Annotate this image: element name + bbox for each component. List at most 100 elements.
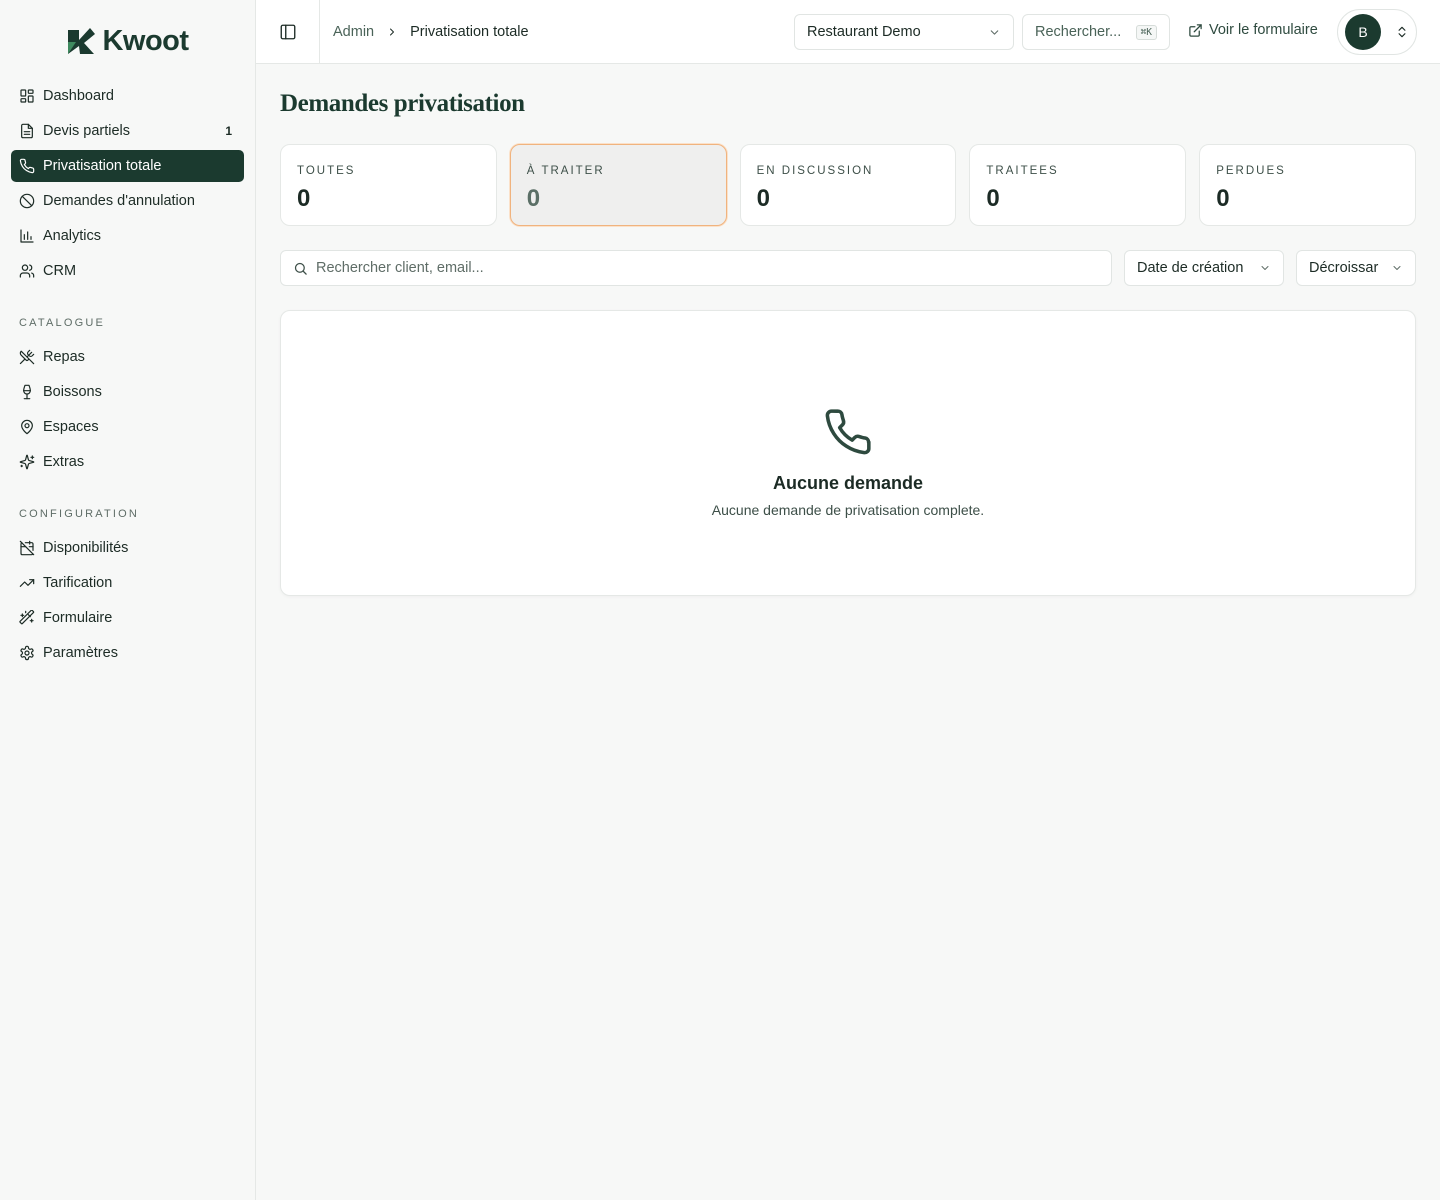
stat-card-a-traiter[interactable]: À TRAITER 0: [509, 144, 727, 226]
client-search-field[interactable]: [280, 250, 1112, 286]
sidebar-item-tarification[interactable]: Tarification: [11, 567, 244, 599]
phone-icon: [19, 158, 35, 174]
global-search-button[interactable]: Rechercher... ⌘K: [1022, 14, 1170, 50]
sidebar-item-label: Extras: [43, 454, 85, 470]
user-menu-button[interactable]: B: [1337, 9, 1417, 55]
sidebar-item-dashboard[interactable]: Dashboard: [11, 80, 244, 112]
dashboard-icon: [20, 89, 34, 103]
sidebar-item-analytics[interactable]: Analytics: [11, 220, 244, 252]
sidebar-item-extras[interactable]: Extras: [11, 446, 244, 478]
stat-label: PERDUES: [1216, 165, 1286, 177]
catalogue-nav: Repas Boissons Espaces Extras: [11, 341, 244, 478]
ban-icon: [19, 193, 35, 209]
sidebar-item-label: Espaces: [43, 419, 99, 435]
sidebar-item-label: Privatisation totale: [43, 158, 162, 174]
sidebar-item-label: Tarification: [43, 575, 113, 591]
logo[interactable]: Kwoot: [11, 24, 244, 58]
stat-label: EN DISCUSSION: [756, 165, 874, 177]
sidebar-item-label: CRM: [43, 263, 77, 279]
empty-state-card: Aucune demande Aucune demande de privati…: [280, 310, 1416, 596]
sidebar-item-demandes-annulation[interactable]: Demandes d'annulation: [11, 185, 244, 217]
chevron-down-icon: [1393, 266, 1401, 270]
configuration-section-title: CONFIGURATION: [19, 508, 140, 520]
users-icon: [19, 264, 35, 278]
logo-text: Kwoot: [102, 24, 189, 57]
stat-card-traitees[interactable]: TRAITEES 0: [969, 144, 1187, 226]
sidebar-item-espaces[interactable]: Espaces: [11, 411, 244, 443]
panel-left-icon: [280, 24, 295, 39]
sidebar-item-devis-partiels[interactable]: Devis partiels 1: [11, 115, 244, 147]
sort-order-value: Décroissar: [1309, 260, 1379, 276]
stat-value: 0: [986, 185, 1000, 212]
view-form-link[interactable]: Voir le formulaire: [1188, 22, 1318, 38]
stat-card-toutes[interactable]: TOUTES 0: [280, 144, 497, 226]
sidebar-item-disponibilites[interactable]: Disponibilités: [11, 532, 244, 564]
wine-icon: [23, 384, 31, 400]
app: Kwoot Dashboard Devis partiels 1 Privati…: [0, 0, 1440, 1200]
sidebar-item-label: Disponibilités: [43, 540, 129, 556]
sidebar: Kwoot Dashboard Devis partiels 1 Privati…: [0, 0, 256, 1200]
breadcrumb: Admin Privatisation totale: [333, 24, 529, 40]
restaurant-select[interactable]: Restaurant Demo: [794, 14, 1014, 50]
map-pin-icon: [21, 419, 33, 435]
chevron-right-icon: [390, 28, 395, 35]
page-content: Demandes privatisation TOUTES 0 À TRAITE…: [256, 64, 1440, 596]
filters-bar: Date de création Décroissar: [280, 250, 1416, 286]
sort-field-select[interactable]: Date de création: [1124, 250, 1284, 286]
search-shortcut-badge: ⌘K: [1135, 24, 1157, 40]
chevron-down-icon: [990, 29, 999, 35]
sidebar-item-crm[interactable]: CRM: [11, 255, 244, 287]
stat-card-en-discussion[interactable]: EN DISCUSSION 0: [739, 144, 957, 226]
sidebar-item-label: Boissons: [43, 384, 102, 400]
breadcrumb-admin-link[interactable]: Admin: [333, 24, 374, 40]
client-search-input[interactable]: [316, 260, 1099, 276]
sidebar-item-label: Paramètres: [43, 645, 118, 661]
calendar-off-icon: [19, 540, 35, 556]
catalogue-section-title: CATALOGUE: [19, 317, 106, 329]
status-stats: TOUTES 0 À TRAITER 0 EN DISCUSSION 0 TRA…: [280, 144, 1416, 226]
sidebar-item-label: Repas: [43, 349, 85, 365]
gear-icon: [20, 645, 34, 661]
sparkles-icon: [19, 454, 35, 470]
stat-value: 0: [526, 185, 541, 212]
sort-order-select[interactable]: Décroissar: [1296, 250, 1416, 286]
restaurant-select-value: Restaurant Demo: [807, 24, 921, 40]
sidebar-item-label: Dashboard: [43, 88, 114, 104]
main-nav: Dashboard Devis partiels 1 Privatisation…: [11, 80, 244, 287]
avatar: B: [1345, 14, 1381, 50]
document-icon: [21, 123, 33, 139]
sidebar-item-formulaire[interactable]: Formulaire: [11, 602, 244, 634]
stat-label: TRAITEES: [986, 165, 1059, 177]
sidebar-item-label: Demandes d'annulation: [43, 193, 195, 209]
bar-chart-icon: [20, 229, 34, 243]
utensils-icon: [19, 349, 35, 365]
stat-value: 0: [1216, 185, 1230, 212]
main-area: Admin Privatisation totale Restaurant De…: [256, 0, 1440, 1200]
count-badge: 1: [225, 124, 232, 138]
sidebar-toggle-button[interactable]: [256, 0, 320, 64]
search-icon: [294, 262, 307, 275]
sidebar-item-label: Formulaire: [43, 610, 113, 626]
stat-value: 0: [756, 185, 770, 212]
sidebar-item-repas[interactable]: Repas: [11, 341, 244, 373]
kwoot-logo-icon: [68, 28, 96, 54]
configuration-nav: Disponibilités Tarification Formulaire P…: [11, 532, 244, 669]
trending-up-icon: [19, 579, 35, 587]
sidebar-item-boissons[interactable]: Boissons: [11, 376, 244, 408]
sidebar-item-privatisation-totale[interactable]: Privatisation totale: [11, 150, 244, 182]
wand-icon: [19, 610, 35, 625]
global-search-label: Rechercher...: [1035, 24, 1122, 40]
stat-value: 0: [297, 185, 311, 212]
sidebar-item-label: Devis partiels: [43, 123, 131, 139]
sidebar-item-parametres[interactable]: Paramètres: [11, 637, 244, 669]
sidebar-item-label: Analytics: [43, 228, 102, 244]
empty-state-subtitle: Aucune demande de privatisation complete…: [711, 502, 985, 518]
empty-state-title: Aucune demande: [772, 473, 924, 493]
breadcrumb-current: Privatisation totale: [410, 23, 529, 40]
sort-field-value: Date de création: [1137, 260, 1244, 276]
page-title: Demandes privatisation: [280, 90, 525, 117]
external-link-icon: [1189, 23, 1202, 37]
phone-icon: [825, 409, 871, 455]
stat-card-perdues[interactable]: PERDUES 0: [1199, 144, 1416, 226]
chevrons-up-down-icon: [1398, 26, 1406, 38]
